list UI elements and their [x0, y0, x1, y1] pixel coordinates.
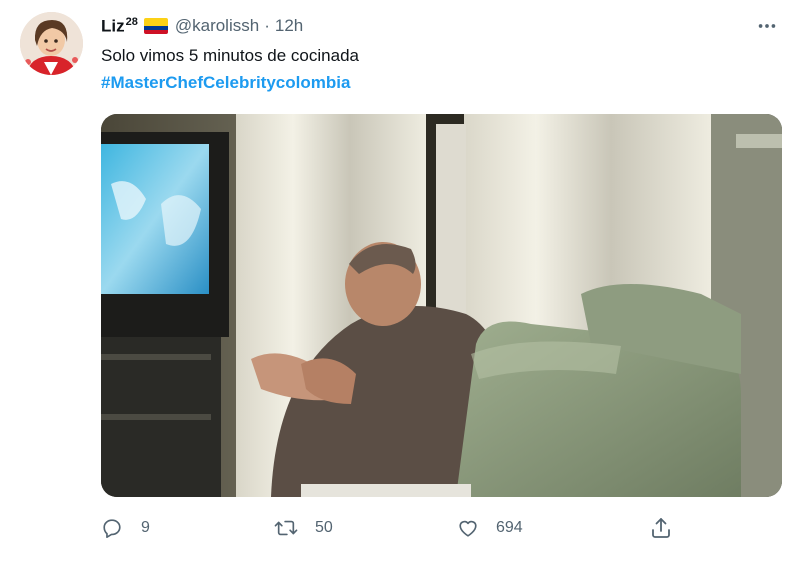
like-count: 694	[496, 519, 523, 536]
tweet-header: Liz28 @karolissh · 12h	[101, 14, 303, 38]
reply-icon	[103, 519, 121, 538]
retweet-count: 50	[315, 519, 333, 536]
share-button[interactable]	[649, 510, 673, 546]
reply-button[interactable]: 9	[101, 510, 150, 546]
timestamp[interactable]: 12h	[275, 16, 303, 36]
like-button[interactable]: 694	[456, 510, 523, 546]
separator-dot: ·	[264, 16, 270, 35]
user-handle[interactable]: @karolissh	[175, 16, 259, 36]
tweet-actions: 9 50 694	[101, 510, 782, 546]
hashtag-link[interactable]: #MasterChefCelebritycolombia	[101, 71, 350, 95]
display-name[interactable]: Liz28	[101, 16, 138, 37]
reply-count: 9	[141, 519, 150, 536]
tweet-text: Solo vimos 5 minutos de cocinada	[101, 46, 359, 65]
media-image	[101, 114, 782, 497]
avatar[interactable]	[20, 12, 83, 75]
heart-icon	[459, 520, 477, 537]
more-options-button[interactable]	[755, 14, 779, 38]
tweet-media[interactable]	[101, 114, 782, 497]
display-name-superscript: 28	[125, 15, 138, 28]
retweet-icon	[274, 520, 298, 536]
retweet-button[interactable]: 50	[273, 510, 333, 546]
avatar-image	[20, 12, 83, 75]
more-icon	[758, 24, 776, 28]
colombia-flag-icon	[143, 18, 168, 34]
share-icon	[652, 518, 670, 538]
